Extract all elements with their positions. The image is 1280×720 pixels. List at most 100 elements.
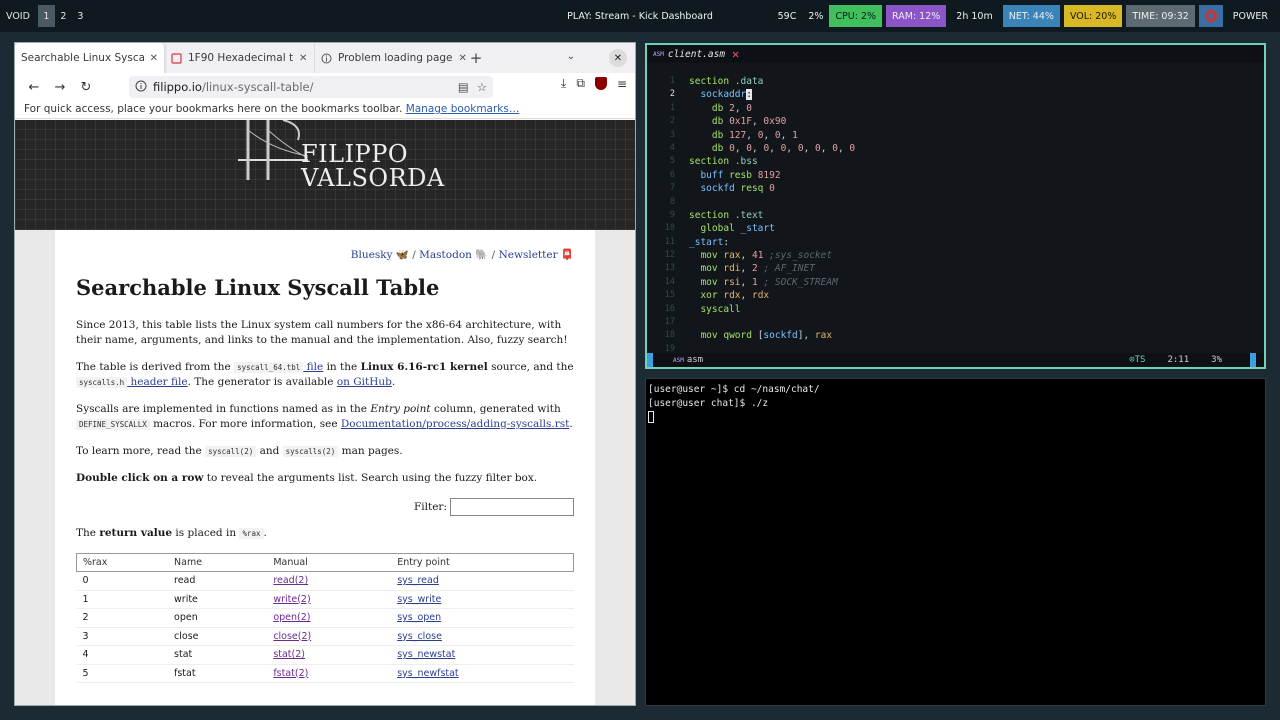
new-tab-button[interactable]: + (463, 43, 489, 73)
back-arrow-icon[interactable]: ← (23, 76, 45, 98)
bluesky-link[interactable]: Bluesky 🦋 (351, 249, 409, 261)
ublock-shield-icon[interactable] (594, 77, 607, 90)
logo-line-2: Valsorda (301, 164, 445, 192)
code-line: 4 db 0, 0, 0, 0, 0, 0, 0, 0 (647, 142, 1264, 155)
workspace-2[interactable]: 2 (55, 5, 72, 27)
reload-icon[interactable]: ↻ (75, 76, 97, 98)
manage-bookmarks-link[interactable]: Manage bookmarks… (406, 103, 520, 115)
line-number: 9 (669, 209, 675, 220)
column-header[interactable]: Manual (267, 553, 392, 572)
table-row[interactable]: 5 fstat fstat(2) sys_newfstat (76, 664, 574, 683)
web-page: Filippo Valsorda Bluesky 🦋 / Mastodon 🐘 … (15, 120, 635, 705)
column-header[interactable]: %rax (76, 553, 169, 572)
volume-indicator[interactable]: VOL: 20% (1063, 5, 1123, 27)
editor-buffer-tab[interactable]: ASM client.asm ✕ (647, 45, 1264, 63)
github-link[interactable]: on GitHub (337, 376, 392, 388)
chevron-down-icon[interactable]: ⌄ (567, 51, 575, 62)
mastodon-link[interactable]: Mastodon 🐘 (419, 249, 488, 261)
entry-point-link[interactable]: sys_write (391, 590, 574, 609)
lsp-label: TS (1134, 355, 1146, 365)
syscall-name: stat (168, 645, 268, 665)
table-row[interactable]: 3 close close(2) sys_close (76, 627, 574, 646)
text: Syscalls are implemented in functions na… (76, 403, 371, 415)
code-area[interactable]: 1 section .data 2 sockaddr: 1 db 2, 0 2 d… (647, 75, 1264, 356)
manual-link[interactable]: fstat(2) (267, 664, 392, 683)
workspace-3[interactable]: 3 (72, 5, 89, 27)
bookmark-star-icon[interactable]: ☆ (477, 80, 487, 94)
emphasis: Entry point (370, 403, 431, 415)
manual-link[interactable]: read(2) (267, 571, 392, 591)
power-button[interactable]: POWER (1227, 5, 1274, 27)
code-line: 18 mov qword [sockfd], rax (647, 329, 1264, 342)
syscall-name: close (168, 627, 268, 646)
tab-label: Problem loading page (338, 52, 453, 64)
syscall-number: 2 (76, 608, 169, 628)
text: To learn more, read the (76, 445, 206, 457)
close-icon[interactable]: ✕ (732, 47, 739, 61)
top-status-bar: VOID 1 2 3 PLAY: Stream - Kick Dashboard… (0, 0, 1280, 32)
entry-point-link[interactable]: sys_close (391, 627, 574, 646)
asm-file-icon: ASM (653, 50, 664, 58)
text: is placed in (172, 527, 240, 539)
forward-arrow-icon[interactable]: → (49, 76, 71, 98)
distro-logo-icon[interactable] (1198, 5, 1223, 27)
window-close-button[interactable]: ✕ (609, 49, 627, 67)
close-icon[interactable]: ✕ (299, 53, 307, 64)
table-row[interactable]: 1 write write(2) sys_write (76, 590, 574, 609)
code-line: 6 buff resb 8192 (647, 169, 1264, 182)
menu-icon[interactable]: ≡ (617, 77, 627, 91)
text: source, and the (487, 361, 574, 373)
filetype: ASM asm (673, 355, 703, 365)
text: in the (323, 361, 361, 373)
entry-point-link[interactable]: sys_newstat (391, 645, 574, 665)
download-icon[interactable]: ⤓ (561, 76, 566, 91)
syscall-table: %rax Name Manual Entry point 0 read read(2… (76, 553, 574, 683)
text: man pages. (338, 445, 403, 457)
manual-link[interactable]: close(2) (267, 627, 392, 646)
table-row[interactable]: 4 stat stat(2) sys_newstat (76, 645, 574, 665)
filetype-label: asm (686, 355, 704, 365)
kernel-version: Linux 6.16-rc1 kernel (360, 361, 488, 373)
entry-point-link[interactable]: sys_newfstat (391, 664, 574, 683)
manual-link[interactable]: open(2) (267, 608, 392, 628)
extensions-icon[interactable]: ⧉ (576, 76, 585, 91)
column-header[interactable]: Entry point (391, 553, 574, 572)
navigation-bar: ← → ↻ filippo.io/linux-syscall-table/ ▤ … (15, 73, 635, 101)
url-path: /linux-syscall-table/ (201, 80, 314, 94)
line-number: 5 (669, 156, 675, 167)
line-number: 8 (669, 196, 675, 207)
filter-input[interactable] (450, 498, 574, 516)
code-line: 8 (647, 196, 1264, 209)
terminal-line: [user@user chat]$ ./z (648, 397, 769, 409)
return-value-paragraph: The return value is placed in %rax. (76, 526, 574, 541)
reader-view-icon[interactable]: ▤ (458, 80, 469, 94)
tbl-file-link[interactable]: file (303, 361, 324, 373)
workspace-1[interactable]: 1 (37, 5, 55, 27)
url-bar[interactable]: filippo.io/linux-syscall-table/ ▤ ☆ (129, 76, 493, 98)
tab-problem-loading[interactable]: Problem loading page ✕ (315, 43, 467, 73)
column-header[interactable]: Name (168, 553, 268, 572)
newsletter-link[interactable]: Newsletter 📮 (499, 249, 574, 261)
table-row[interactable]: 0 read read(2) sys_read (76, 571, 574, 591)
table-row[interactable]: 2 open open(2) sys_open (76, 608, 574, 628)
tab-hex-converter[interactable]: 1F90 Hexadecimal to ✕ (165, 43, 315, 73)
entry-point-link[interactable]: sys_open (391, 608, 574, 628)
close-icon[interactable]: ✕ (150, 53, 158, 64)
social-links: Bluesky 🦋 / Mastodon 🐘 / Newsletter 📮 (76, 248, 574, 261)
line-number: 10 (664, 223, 675, 234)
tab-syscall-table[interactable]: Searchable Linux Syscall ✕ (15, 43, 165, 73)
manual-link[interactable]: write(2) (267, 590, 392, 609)
separator: / (491, 249, 496, 261)
manual-link[interactable]: stat(2) (267, 645, 392, 665)
line-number: 14 (664, 276, 675, 287)
cpu-indicator: CPU: 2% (829, 5, 883, 27)
text: and (256, 445, 283, 457)
entry-point-link[interactable]: sys_read (391, 571, 574, 591)
terminal-window[interactable]: [user@user ~]$ cd ~/nasm/chat/ [user@use… (645, 378, 1266, 706)
syscall-number: 3 (76, 627, 169, 646)
header-file-link[interactable]: header file (127, 376, 187, 388)
adding-syscalls-link[interactable]: Documentation/process/adding-syscalls.rs… (341, 418, 569, 430)
browser-window: Searchable Linux Syscall ✕ 1F90 Hexadeci… (14, 42, 636, 706)
site-logo[interactable]: Filippo Valsorda (301, 142, 445, 190)
site-info-icon[interactable] (135, 80, 147, 95)
